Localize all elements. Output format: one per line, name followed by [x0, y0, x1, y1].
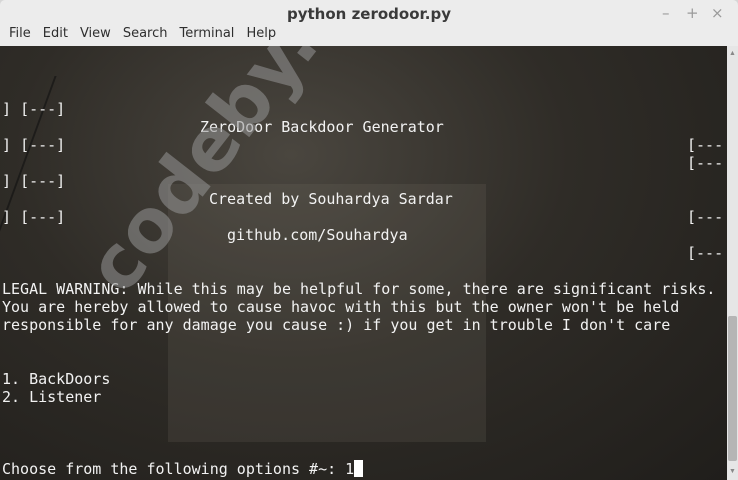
banner-bracket: [--- [687, 208, 724, 226]
banner-bracket: ] [2, 172, 12, 190]
banner-bracket: ] [2, 136, 12, 154]
option-backdoors: 1. BackDoors [2, 370, 111, 388]
banner-row: [---] ZeroDoor Backdoor Generator [--- [2, 82, 727, 154]
prompt-text: Choose from the following options #~: [2, 460, 346, 478]
minimize-button[interactable]: – [662, 4, 670, 22]
title-bar: python zerodoor.py – + × [0, 0, 738, 26]
legal-warning-line: LEGAL WARNING: While this may be helpful… [2, 280, 716, 298]
maximize-button[interactable]: + [686, 4, 699, 22]
banner-row: [---] [--- [2, 118, 727, 172]
menu-file[interactable]: File [3, 26, 37, 46]
text-cursor [354, 460, 364, 477]
legal-warning-line: responsible for any damage you cause :) … [2, 316, 671, 334]
menu-search[interactable]: Search [117, 26, 174, 46]
menu-edit[interactable]: Edit [37, 26, 74, 46]
prompt-line[interactable]: Choose from the following options #~: 1 [2, 460, 364, 478]
banner-bracket: ] [2, 208, 12, 226]
menu-bar: File Edit View Search Terminal Help [0, 26, 738, 46]
scroll-up-arrow-icon[interactable]: ▲ [729, 50, 736, 57]
scrollbar-thumb[interactable] [728, 316, 737, 461]
option-listener: 2. Listener [2, 388, 102, 406]
banner-bracket: ] [2, 100, 12, 118]
banner-row: [---] Created by Souhardya Sardar [--- [2, 154, 727, 226]
menu-help[interactable]: Help [240, 26, 282, 46]
prompt-input[interactable]: 1 [345, 460, 354, 478]
banner-row: [---] github.com/Souhardya [--- [2, 190, 727, 262]
banner-bracket: [---] [20, 208, 66, 226]
banner-bracket: [--- [687, 244, 724, 262]
menu-view[interactable]: View [74, 26, 117, 46]
banner-bracket: [--- [687, 136, 724, 154]
terminal-output[interactable]: [---] ZeroDoor Backdoor Generator [--- ]… [0, 46, 727, 480]
banner-bracket: [---] [20, 136, 66, 154]
banner-bracket: [---] [20, 172, 66, 190]
menu-terminal[interactable]: Terminal [173, 26, 240, 46]
scroll-down-arrow-icon[interactable]: ▼ [729, 468, 736, 475]
window-title: python zerodoor.py [287, 5, 451, 23]
banner-github: github.com/Souhardya [227, 226, 408, 244]
legal-warning-line: You are hereby allowed to cause havoc wi… [2, 298, 680, 316]
close-button[interactable]: × [711, 4, 724, 22]
scrollbar[interactable]: ▲ ▼ [727, 46, 738, 480]
banner-bracket: [---] [20, 100, 66, 118]
